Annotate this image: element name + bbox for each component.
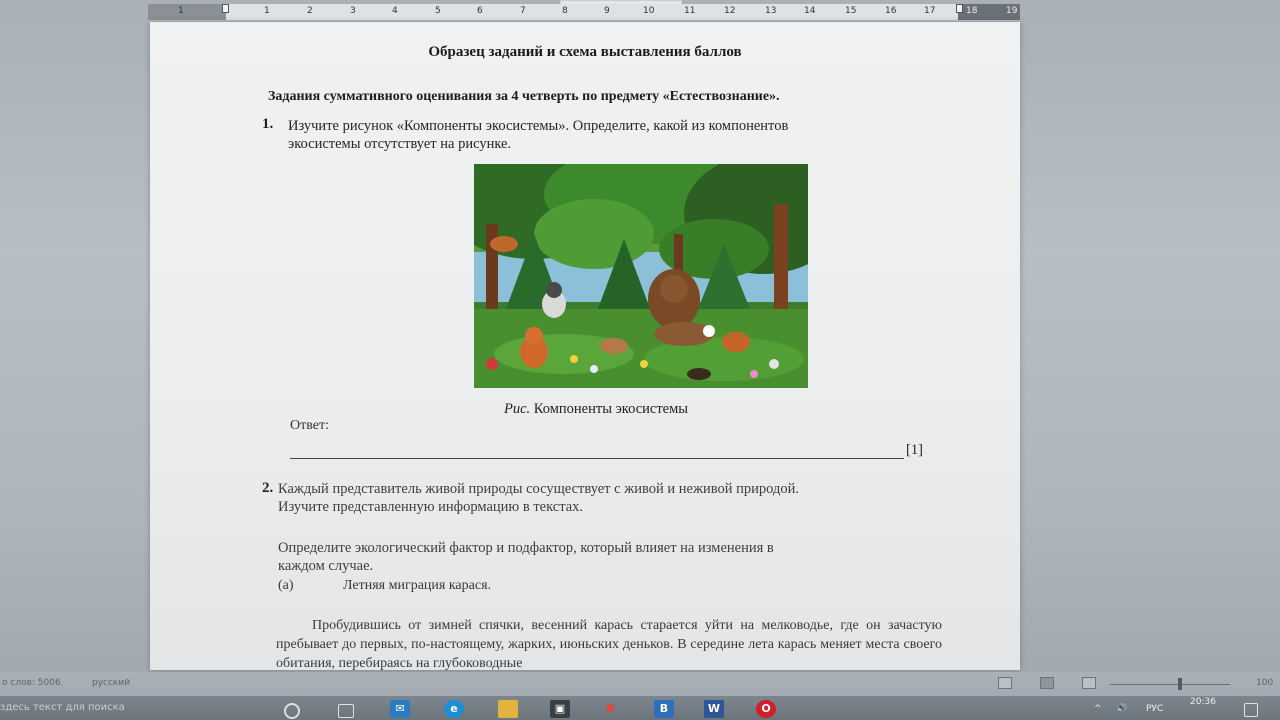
ruler-number: 5	[435, 6, 441, 16]
ruler-number: 10	[643, 6, 655, 16]
file-explorer-icon[interactable]	[498, 700, 518, 718]
question-2-number: 2.	[262, 480, 274, 496]
caption-prefix: Рис.	[504, 401, 531, 417]
ruler-number: 6	[477, 6, 483, 16]
answer-line	[290, 458, 904, 459]
ruler-number: 14	[804, 6, 816, 16]
document-page[interactable]: Образец заданий и схема выставления балл…	[150, 22, 1020, 670]
tray-chevron-icon[interactable]: ^	[1094, 704, 1102, 714]
question-1-line-2: экосистемы отсутствует на рисунке.	[288, 136, 512, 152]
document-title: Образец заданий и схема выставления балл…	[428, 44, 742, 60]
answer-label: Ответ:	[290, 418, 329, 433]
ruler-margin-left	[148, 4, 226, 20]
ruler-number: 15	[845, 6, 857, 16]
score-mark: [1]	[906, 442, 923, 458]
read-mode-icon[interactable]	[998, 677, 1012, 689]
opera-browser-icon[interactable]: O	[756, 700, 776, 718]
paragraph-text: Пробудившись от зимней спячки, весенний …	[276, 618, 942, 670]
question-2-line-4: каждом случае.	[278, 558, 374, 574]
store-app-icon[interactable]: ▣	[550, 700, 570, 718]
yandex-browser-icon[interactable]: Я	[600, 700, 620, 718]
ruler-number: 2	[307, 6, 313, 16]
caption-text: Компоненты экосистемы	[530, 401, 689, 417]
ruler-right-indent-marker[interactable]	[956, 4, 963, 13]
ruler-number: 11	[684, 6, 696, 16]
ruler-number: 1	[178, 6, 184, 16]
ruler-number: 7	[520, 6, 526, 16]
vk-app-icon[interactable]: B	[654, 700, 674, 718]
word-app-icon[interactable]: W	[704, 700, 724, 718]
ecosystem-illustration	[474, 164, 808, 388]
screen: 1 1 2 3 4 5 6 7 8 9 10 11 12 13 14 15 16…	[0, 0, 1280, 720]
notifications-icon[interactable]	[1244, 703, 1258, 717]
language-indicator[interactable]: русский	[92, 678, 130, 688]
web-layout-icon[interactable]	[1082, 677, 1096, 689]
document-subtitle: Задания суммативного оценивания за 4 чет…	[268, 89, 780, 104]
question-2-line-1: Каждый представитель живой природы сосущ…	[278, 481, 799, 497]
taskbar-search-input[interactable]: здесь текст для поиска	[0, 702, 125, 713]
subquestion-a-title: Летняя миграция карася.	[343, 578, 492, 593]
edge-browser-icon[interactable]: e	[444, 700, 464, 718]
cortana-icon[interactable]	[284, 703, 300, 719]
ruler-number: 13	[765, 6, 777, 16]
ruler-number: 17	[924, 6, 936, 16]
ruler-number: 8	[562, 6, 568, 16]
ruler-number: 4	[392, 6, 398, 16]
figure-caption: Рис. Компоненты экосистемы	[504, 401, 688, 418]
ruler-number: 3	[350, 6, 356, 16]
ruler-number: 9	[604, 6, 610, 16]
zoom-slider[interactable]	[1110, 684, 1230, 685]
ruler-number: 18	[966, 6, 978, 16]
ruler-number: 19	[1006, 6, 1018, 16]
horizontal-ruler[interactable]: 1 1 2 3 4 5 6 7 8 9 10 11 12 13 14 15 16…	[148, 4, 1020, 21]
input-language[interactable]: РУС	[1146, 704, 1163, 714]
clock-time[interactable]: 20:36	[1190, 697, 1216, 707]
windows-taskbar: здесь текст для поиска ✉ e ▣ Я B W O ^ 🔊…	[0, 696, 1280, 720]
word-count[interactable]: о слов: 5006	[2, 678, 61, 688]
subquestion-a-paragraph: Пробудившись от зимней спячки, весенний …	[276, 616, 942, 670]
question-1-number: 1.	[262, 116, 274, 132]
volume-icon[interactable]: 🔊	[1116, 704, 1127, 714]
question-2-line-2: Изучите представленную информацию в текс…	[278, 499, 584, 515]
word-status-bar: о слов: 5006 русский 100	[0, 672, 1280, 696]
zoom-level[interactable]: 100	[1256, 678, 1273, 688]
subquestion-a-label: (a)	[278, 578, 294, 593]
task-view-icon[interactable]	[338, 704, 354, 718]
zoom-slider-thumb[interactable]	[1178, 678, 1182, 690]
ruler-number: 12	[724, 6, 736, 16]
question-2-line-3: Определите экологический фактор и подфак…	[278, 540, 774, 556]
print-layout-icon[interactable]	[1040, 677, 1054, 689]
mail-app-icon[interactable]: ✉	[390, 700, 410, 718]
question-1-line-1: Изучите рисунок «Компоненты экосистемы».…	[288, 118, 789, 134]
ruler-number: 16	[885, 6, 897, 16]
ruler-number: 1	[264, 6, 270, 16]
ruler-indent-marker[interactable]	[222, 4, 229, 13]
